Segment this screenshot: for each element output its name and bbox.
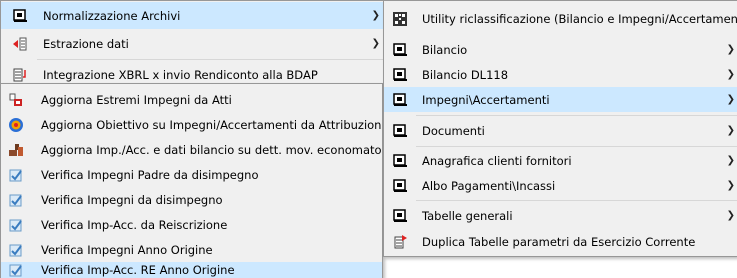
menu-item-label: Normalizzazione Archivi <box>43 8 181 23</box>
estrazione-submenu: Aggiorna Estremi Impegni da Atti Aggiorn… <box>0 83 383 278</box>
document-arrow-icon <box>12 67 28 83</box>
menu-item-label: Aggiorna Imp./Acc. e dati bilancio su de… <box>41 142 382 157</box>
check-doc-icon <box>8 242 24 258</box>
menu-separator <box>416 200 737 201</box>
module-icon <box>392 42 408 58</box>
menu-item-label: Verifica Impegni Padre da disimpegno <box>41 167 259 182</box>
menu-item-label: Verifica Imp-Acc. da Reiscrizione <box>41 217 228 232</box>
menu-item-label: Verifica Imp-Acc. RE Anno Origine <box>41 263 235 277</box>
duplicate-icon <box>392 234 408 250</box>
submenu-arrow-icon: ❯ <box>726 180 735 191</box>
menu-item-normalizzazione-archivi[interactable]: Normalizzazione Archivi ❯ <box>1 2 388 29</box>
menu-item-label: Impegni\Accertamenti <box>422 92 550 107</box>
menu-item-bilancio-dl118[interactable]: Bilancio DL118 ❯ <box>384 62 737 87</box>
menu-separator <box>416 115 737 116</box>
submenu-arrow-icon: ❯ <box>371 38 380 49</box>
menu-item-aggiorna-imp-acc-economato[interactable]: Aggiorna Imp./Acc. e dati bilancio su de… <box>1 137 382 162</box>
menu-item-documenti[interactable]: Documenti ❯ <box>384 117 737 144</box>
export-icon <box>12 36 28 52</box>
menu-item-utility-riclassificazione[interactable]: Utility riclassificazione (Bilancio e Im… <box>384 2 737 35</box>
menu-item-label: Utility riclassificazione (Bilancio e Im… <box>422 11 737 26</box>
module-icon <box>392 123 408 139</box>
submenu-arrow-icon: ❯ <box>726 69 735 80</box>
menu-item-verifica-impegni-disimpegno[interactable]: Verifica Impegni da disimpegno <box>1 187 382 212</box>
menu-item-label: Aggiorna Obiettivo su Impegni/Accertamen… <box>41 117 382 132</box>
menu-item-verifica-impegni-padre[interactable]: Verifica Impegni Padre da disimpegno <box>1 162 382 187</box>
module-icon <box>12 8 28 24</box>
submenu-arrow-icon: ❯ <box>726 125 735 136</box>
menu-item-impegni-accertamenti[interactable]: Impegni\Accertamenti ❯ <box>384 87 737 112</box>
menu-item-verifica-impegni-anno-origine[interactable]: Verifica Impegni Anno Origine <box>1 237 382 262</box>
menu-item-label: Albo Pagamenti\Incassi <box>422 178 556 193</box>
menu-item-verifica-imp-acc-reiscrizione[interactable]: Verifica Imp-Acc. da Reiscrizione <box>1 212 382 237</box>
module-icon <box>392 92 408 108</box>
menu-item-aggiorna-estremi-impegni[interactable]: Aggiorna Estremi Impegni da Atti <box>1 87 382 112</box>
menu-separator <box>37 59 385 60</box>
module-icon <box>392 208 408 224</box>
menu-item-bilancio[interactable]: Bilancio ❯ <box>384 37 737 62</box>
menu-item-label: Duplica Tabelle parametri da Esercizio C… <box>422 234 696 249</box>
menu-item-label: Anagrafica clienti fornitori <box>422 153 572 168</box>
menu-item-albo-pagamenti[interactable]: Albo Pagamenti\Incassi ❯ <box>384 173 737 198</box>
menu-item-label: Bilancio <box>422 42 468 57</box>
submenu-arrow-icon: ❯ <box>726 155 735 166</box>
menu-separator <box>416 146 737 147</box>
submenu-arrow-icon: ❯ <box>726 44 735 55</box>
menu-item-verifica-imp-acc-re-anno-origine[interactable]: Verifica Imp-Acc. RE Anno Origine <box>1 262 382 278</box>
menu-item-label: Documenti <box>422 123 485 138</box>
menu-item-label: Verifica Impegni da disimpegno <box>41 192 223 207</box>
menu-item-label: Bilancio DL118 <box>422 67 509 82</box>
check-doc-icon <box>8 167 24 183</box>
menu-item-anagrafica-clienti[interactable]: Anagrafica clienti fornitori ❯ <box>384 148 737 173</box>
module-icon <box>392 67 408 83</box>
menu-item-label: Aggiorna Estremi Impegni da Atti <box>41 92 232 107</box>
main-menu: Normalizzazione Archivi ❯ Estrazione dat… <box>0 0 389 91</box>
submenu-arrow-icon: ❯ <box>371 10 380 21</box>
submenu-arrow-icon: ❯ <box>726 210 735 221</box>
acts-icon <box>8 92 24 108</box>
menu-item-label: Verifica Impegni Anno Origine <box>41 242 213 257</box>
grid-icon <box>392 11 408 27</box>
module-icon <box>392 178 408 194</box>
menu-item-label: Estrazione dati <box>43 36 129 51</box>
menu-item-duplica-tabelle[interactable]: Duplica Tabelle parametri da Esercizio C… <box>384 229 737 254</box>
check-doc-icon <box>8 192 24 208</box>
menu-item-aggiorna-obiettivo[interactable]: Aggiorna Obiettivo su Impegni/Accertamen… <box>1 112 382 137</box>
menu-item-label: Integrazione XBRL x invio Rendiconto all… <box>43 67 318 82</box>
check-doc-icon <box>8 262 24 278</box>
submenu-arrow-icon: ❯ <box>726 94 735 105</box>
hammer-icon <box>8 142 24 158</box>
menu-item-label: Tabelle generali <box>422 208 513 223</box>
module-icon <box>392 153 408 169</box>
menu-item-estrazione-dati[interactable]: Estrazione dati ❯ <box>1 30 388 57</box>
check-doc-icon <box>8 217 24 233</box>
normalizzazione-submenu: Utility riclassificazione (Bilancio e Im… <box>383 0 737 257</box>
menu-item-tabelle-generali[interactable]: Tabelle generali ❯ <box>384 202 737 229</box>
target-icon <box>8 117 24 133</box>
